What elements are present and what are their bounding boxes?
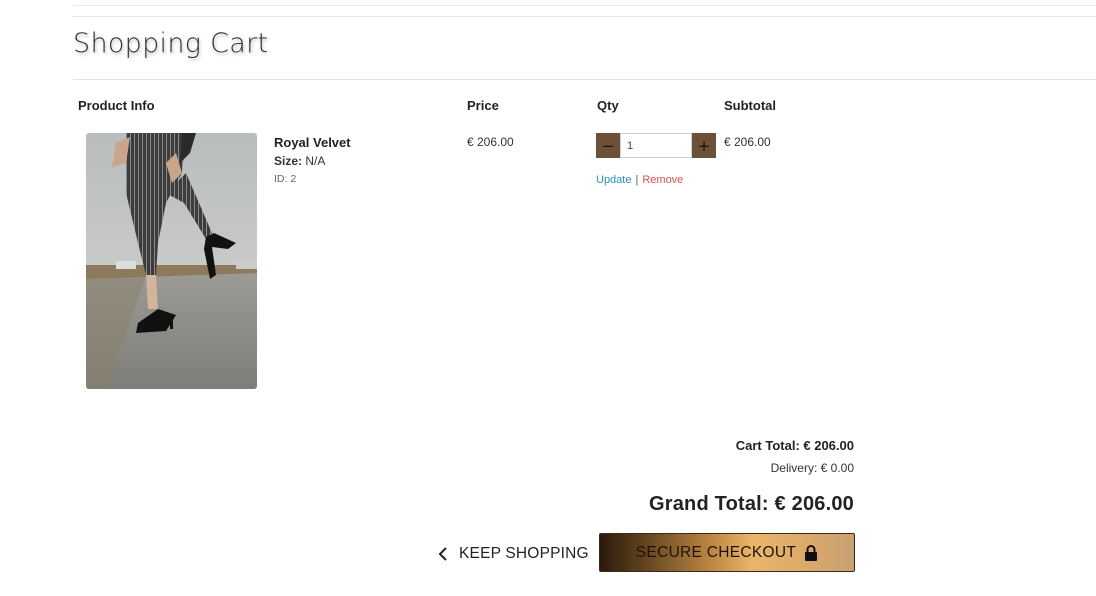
remove-link[interactable]: Remove xyxy=(642,174,683,186)
product-price: € 206.00 xyxy=(467,135,514,149)
keep-shopping-button[interactable]: KEEP SHOPPING xyxy=(437,543,589,565)
cart-totals: Cart Total: € 206.00 Delivery: € 0.00 Gr… xyxy=(649,438,854,516)
secure-checkout-label: SECURE CHECKOUT xyxy=(635,543,797,561)
header-product-info: Product Info xyxy=(78,98,155,113)
product-image[interactable] xyxy=(86,133,257,389)
chevron-left-icon xyxy=(437,547,449,561)
header-price: Price xyxy=(467,98,499,113)
secure-checkout-button[interactable]: SECURE CHECKOUT xyxy=(599,533,855,572)
header-subtotal: Subtotal xyxy=(724,98,776,113)
title-divider xyxy=(73,79,1096,80)
header-divider xyxy=(73,16,1096,17)
delivery-cost: Delivery: € 0.00 xyxy=(770,461,854,475)
grand-total: Grand Total: € 206.00 xyxy=(648,493,854,515)
quantity-input[interactable] xyxy=(620,133,692,158)
update-link[interactable]: Update xyxy=(596,174,631,186)
lock-icon xyxy=(804,544,818,561)
product-name[interactable]: Royal Velvet xyxy=(274,135,351,150)
cart-total: Cart Total: € 206.00 xyxy=(735,438,854,453)
product-size-label: Size: xyxy=(274,154,303,168)
quantity-stepper: − + xyxy=(596,133,716,158)
keep-shopping-label: KEEP SHOPPING xyxy=(459,545,589,562)
header-qty: Qty xyxy=(597,98,619,113)
link-separator: | xyxy=(635,174,639,186)
product-id: ID: 2 xyxy=(274,173,297,185)
product-size: Size: N/A xyxy=(274,154,325,168)
product-size-value: N/A xyxy=(305,154,326,168)
decrement-button[interactable]: − xyxy=(596,133,620,158)
increment-button[interactable]: + xyxy=(692,133,716,158)
qty-actions: Update | Remove xyxy=(596,174,683,186)
top-divider xyxy=(73,5,1096,6)
product-subtotal: € 206.00 xyxy=(724,135,771,149)
page-title: Shopping Cart xyxy=(73,28,269,59)
